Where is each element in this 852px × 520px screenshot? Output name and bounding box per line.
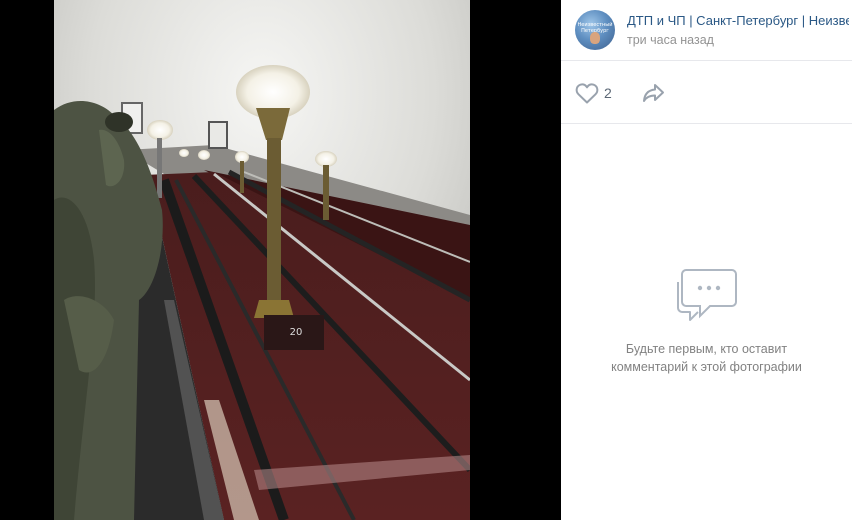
comments-empty-text: Будьте первым, кто оставит комментарий к… (561, 340, 852, 376)
post-sidebar: Неизвестный Петербург ДТП и ЧП | Санкт-Пе… (561, 0, 852, 520)
like-count: 2 (604, 85, 612, 101)
comments-bubble-icon (674, 262, 740, 322)
svg-text:20: 20 (290, 327, 303, 338)
empty-text-line1: Будьте первым, кто оставит (625, 342, 788, 356)
like-button[interactable]: 2 (575, 81, 612, 105)
post-author-link[interactable]: ДТП и ЧП | Санкт-Петербург | Неизвестный… (627, 13, 849, 28)
escalator-photo[interactable]: 20 (54, 0, 470, 520)
community-avatar[interactable]: Неизвестный Петербург (575, 10, 615, 50)
avatar-face (590, 32, 600, 44)
post-time[interactable]: три часа назад (627, 33, 714, 47)
post-header: Неизвестный Петербург ДТП и ЧП | Санкт-Пе… (561, 0, 852, 61)
share-button[interactable] (641, 81, 667, 105)
post-actions: 2 (561, 61, 852, 124)
empty-text-line2: комментарий к этой фотографии (611, 360, 802, 374)
comments-empty-state: Будьте первым, кто оставит комментарий к… (561, 262, 852, 376)
photo-viewer: 20 (0, 0, 561, 520)
share-arrow-icon (643, 84, 664, 102)
heart-outline-icon (575, 83, 599, 104)
